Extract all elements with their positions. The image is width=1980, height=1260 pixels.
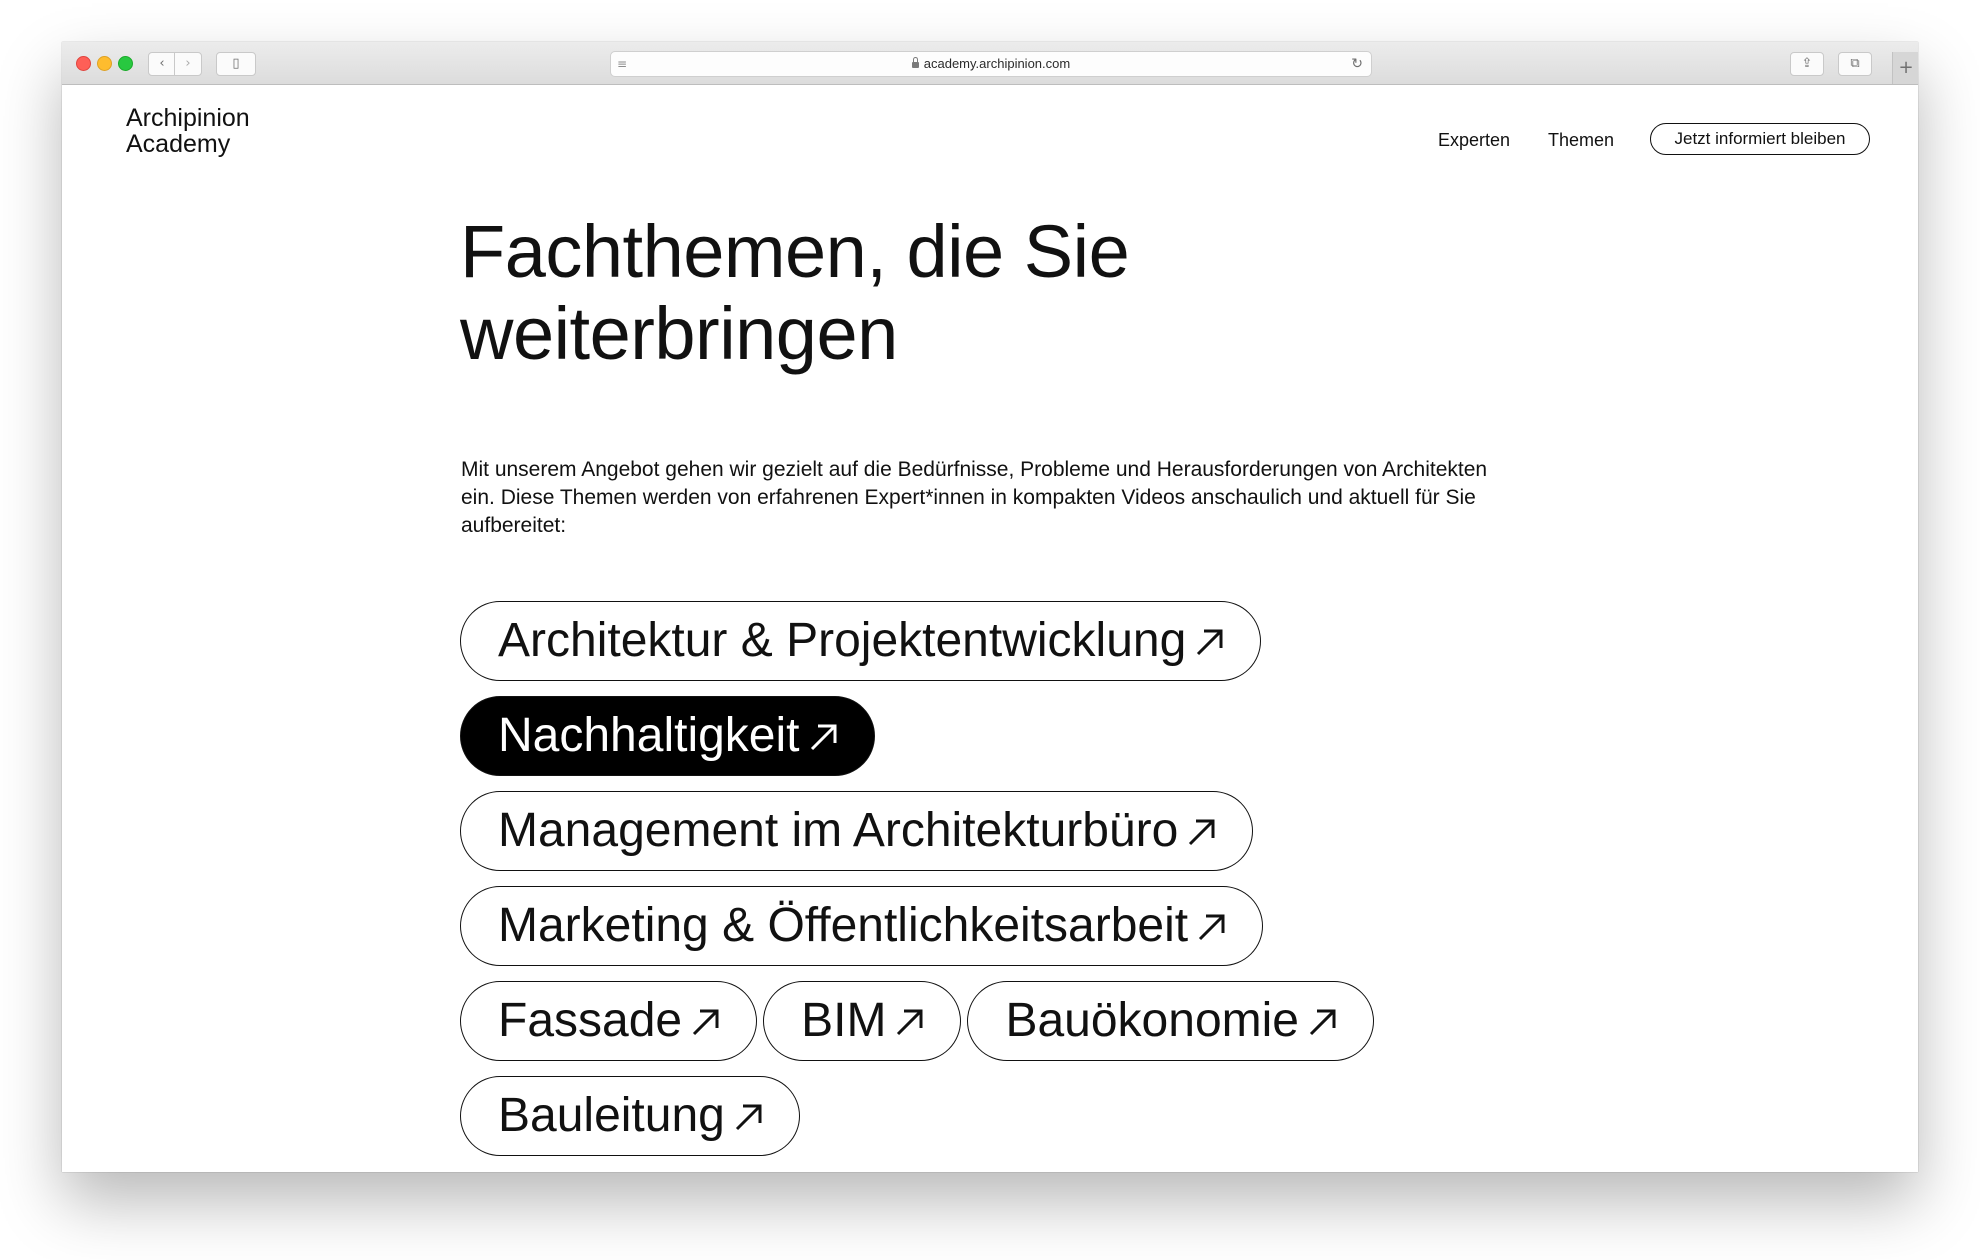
browser-toolbar: ‹ › ▯ ≡ academy.archipinion.com ↻ ⇪ ⧉ + [62, 42, 1918, 85]
logo-line-1: Archipinion [126, 104, 250, 132]
arrow-up-right-icon [688, 1004, 724, 1040]
topic-bim[interactable]: BIM [763, 981, 962, 1061]
url-text: academy.archipinion.com [923, 56, 1071, 71]
topic-list: Architektur & Projektentwicklung Nachhal… [460, 601, 1460, 1171]
nav-link-experten[interactable]: Experten [1438, 128, 1510, 152]
url-display[interactable]: academy.archipinion.com [611, 52, 1371, 76]
topic-label: Management im Architekturbüro [498, 804, 1179, 857]
topic-label: Architektur & Projektentwicklung [498, 614, 1187, 667]
logo-line-2: Academy [126, 130, 231, 158]
web-page: Archipinion Academy Experten Themen Jetz… [62, 85, 1918, 1172]
new-tab-icon[interactable]: + [1892, 52, 1918, 84]
share-icon[interactable]: ⇪ [1790, 52, 1824, 76]
reload-icon[interactable]: ↻ [1351, 54, 1363, 74]
topic-label: Fassade [498, 994, 683, 1047]
topic-row: Nachhaltigkeit [460, 696, 1460, 776]
topic-fassade[interactable]: Fassade [460, 981, 758, 1061]
zoom-window-button[interactable] [118, 56, 133, 71]
topic-marketing-oeffentlichkeitsarbeit[interactable]: Marketing & Öffentlichkeitsarbeit [460, 886, 1264, 966]
close-window-button[interactable] [76, 56, 91, 71]
subscribe-button[interactable]: Jetzt informiert bleiben [1650, 123, 1870, 155]
topic-bauoekonomie[interactable]: Bauökonomie [967, 981, 1374, 1061]
nav-link-themen[interactable]: Themen [1548, 128, 1614, 152]
topic-label: Marketing & Öffentlichkeitsarbeit [498, 899, 1189, 952]
topic-row: Fassade BIM Bauökonomie [460, 981, 1460, 1061]
arrow-up-right-icon [806, 719, 842, 755]
back-button[interactable]: ‹ [148, 52, 176, 76]
intro-paragraph: Mit unserem Angebot gehen wir gezielt au… [461, 458, 1488, 537]
topic-label: Bauleitung [498, 1089, 725, 1142]
address-bar[interactable]: ≡ academy.archipinion.com ↻ [610, 51, 1372, 77]
topic-nachhaltigkeit[interactable]: Nachhaltigkeit [460, 696, 875, 776]
arrow-up-right-icon [731, 1099, 767, 1135]
topic-label: BIM [801, 994, 887, 1047]
topic-label: Bauökonomie [1005, 994, 1299, 1047]
browser-window: ‹ › ▯ ≡ academy.archipinion.com ↻ ⇪ ⧉ + … [62, 42, 1918, 1172]
topic-architektur-projektentwicklung[interactable]: Architektur & Projektentwicklung [460, 601, 1262, 681]
arrow-up-right-icon [1192, 624, 1228, 660]
topic-row: Marketing & Öffentlichkeitsarbeit [460, 886, 1460, 966]
arrow-up-right-icon [892, 1004, 928, 1040]
arrow-up-right-icon [1305, 1004, 1341, 1040]
arrow-up-right-icon [1194, 909, 1230, 945]
forward-button[interactable]: › [174, 52, 202, 76]
topic-management-im-architekturbuero[interactable]: Management im Architekturbüro [460, 791, 1254, 871]
tab-overview-icon[interactable]: ⧉ [1838, 52, 1872, 76]
page-title: Fachthemen, die Sie weiterbringen [460, 210, 1130, 375]
minimize-window-button[interactable] [97, 56, 112, 71]
topic-bauleitung[interactable]: Bauleitung [460, 1076, 800, 1156]
site-logo[interactable]: Archipinion Academy [126, 105, 250, 157]
topic-row: Management im Architekturbüro [460, 791, 1460, 871]
topic-row: Architektur & Projektentwicklung [460, 601, 1460, 681]
sidebar-toggle-icon[interactable]: ▯ [216, 52, 256, 76]
arrow-up-right-icon [1184, 814, 1220, 850]
topic-label: Nachhaltigkeit [498, 709, 800, 762]
lock-icon [911, 57, 919, 68]
topic-row: Bauleitung [460, 1076, 1460, 1156]
